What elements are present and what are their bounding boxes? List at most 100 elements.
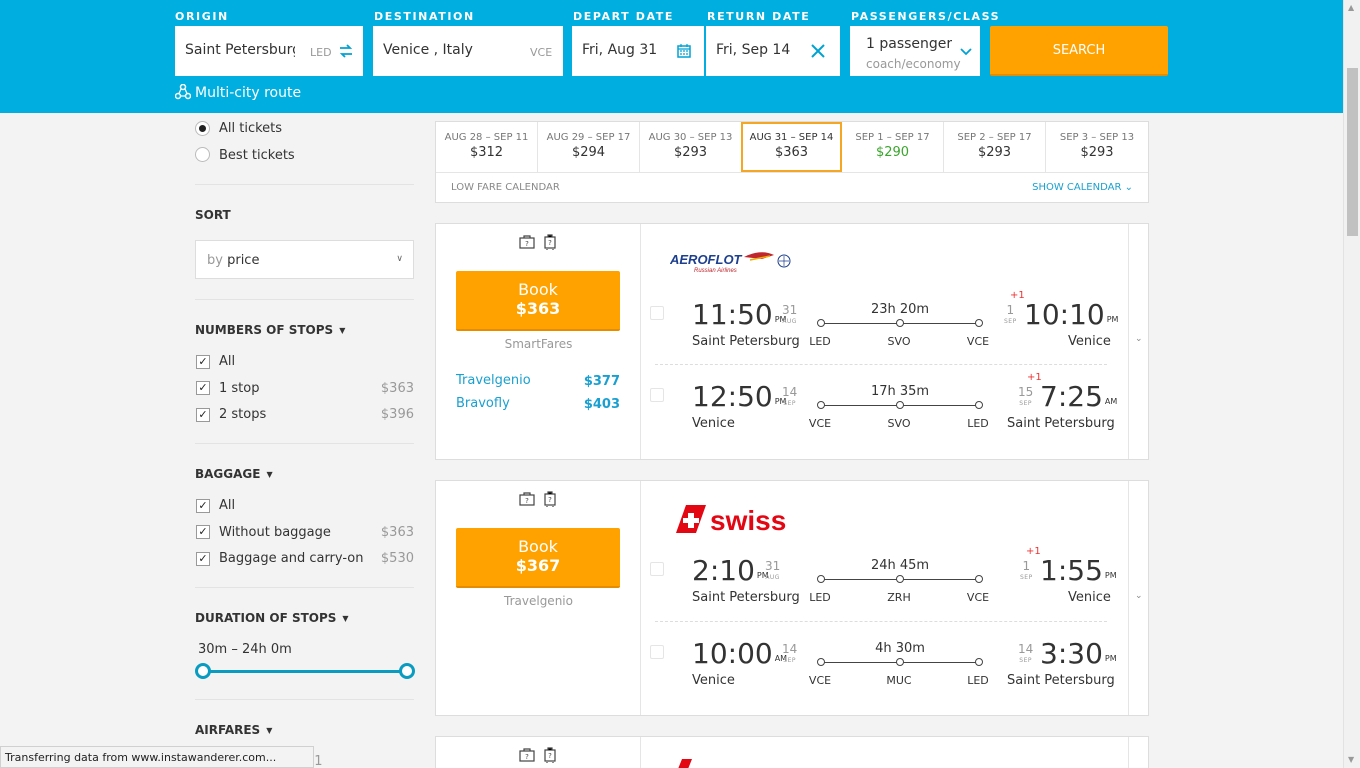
stop-dot <box>896 575 904 583</box>
expand-ticket-toggle[interactable]: ⌄ <box>1128 481 1148 715</box>
calendar-cell[interactable]: AUG 30 – SEP 13 $293 <box>640 122 742 172</box>
segment-checkbox[interactable] <box>650 388 664 402</box>
airport-code: LED <box>967 417 989 430</box>
alt-agency-price[interactable]: $377 <box>584 374 620 389</box>
segment-checkbox[interactable] <box>650 562 664 576</box>
segment-checkbox[interactable] <box>650 645 664 659</box>
aeroflot-logo: AEROFLOT Russian Airlines <box>670 252 791 274</box>
sort-select[interactable]: by price ∨ <box>195 240 414 279</box>
duration-slider-track[interactable] <box>203 670 407 673</box>
calendar-footer: LOW FARE CALENDAR SHOW CALENDAR ⌄ <box>436 172 1148 202</box>
best-tickets-label: Best tickets <box>219 148 295 163</box>
alt-agency-link[interactable]: Bravofly <box>456 396 510 411</box>
arrival-date: 1 SEP <box>1004 303 1017 325</box>
calendar-cell[interactable]: SEP 3 – SEP 13 $293 <box>1046 122 1148 172</box>
svg-text:?: ? <box>525 753 529 761</box>
origin-field[interactable]: Saint Petersburg LED <box>175 26 363 76</box>
svg-text:AEROFLOT: AEROFLOT <box>670 252 743 267</box>
best-tickets-radio[interactable] <box>195 147 210 162</box>
flight-duration: 23h 20m <box>870 302 930 317</box>
page-scrollbar[interactable]: ▲ ▼ <box>1343 0 1360 768</box>
stops-2-price: $396 <box>380 407 414 422</box>
scroll-up-icon[interactable]: ▲ <box>1348 3 1354 12</box>
chevron-down-icon <box>960 48 972 56</box>
arrival-time: 3:30 PM <box>1040 637 1117 670</box>
scroll-down-icon[interactable]: ▼ <box>1348 755 1354 764</box>
ticket-booking-panel: ? ? Book $363 SmartFares Travelgenio $37… <box>436 224 641 459</box>
search-button[interactable]: SEARCH <box>990 26 1168 76</box>
class-value: coach/economy <box>866 57 961 71</box>
multi-city-label: Multi-city route <box>195 85 302 101</box>
svg-text:?: ? <box>548 496 552 504</box>
calendar-cell[interactable]: SEP 2 – SEP 17 $293 <box>944 122 1046 172</box>
airfares-filter-title[interactable]: AIRFARES ▼ <box>195 723 272 737</box>
destination-field[interactable]: Venice , Italy VCE <box>373 26 563 76</box>
depart-date-field[interactable]: Fri, Aug 31 <box>572 26 704 76</box>
baggage-all-label: All <box>219 498 236 513</box>
svg-text:?: ? <box>525 497 529 505</box>
baggage-all-checkbox[interactable]: ✓ <box>196 499 210 513</box>
book-button[interactable]: Book $363 <box>456 271 620 331</box>
segment-divider <box>655 364 1107 365</box>
departure-city: Saint Petersburg <box>692 334 800 349</box>
stop-dot <box>896 401 904 409</box>
stops-1-price: $363 <box>380 381 414 396</box>
calendar-cell-cheapest[interactable]: SEP 1 – SEP 17 $290 <box>842 122 944 172</box>
departure-time: 10:00 AM <box>692 637 788 670</box>
origin-value: Saint Petersburg <box>185 42 295 58</box>
calendar-cell[interactable]: AUG 29 – SEP 17 $294 <box>538 122 640 172</box>
carry-on-unknown-icon: ? <box>544 747 556 763</box>
all-tickets-radio[interactable] <box>195 121 210 136</box>
expand-ticket-toggle[interactable] <box>1128 737 1148 768</box>
arrival-date: 14 SEP <box>1018 642 1034 664</box>
show-calendar-link[interactable]: SHOW CALENDAR ⌄ <box>1032 182 1133 193</box>
destination-label: DESTINATION <box>374 10 475 23</box>
svg-text:?: ? <box>548 752 552 760</box>
duration-slider-max-handle[interactable] <box>399 663 415 679</box>
origin-code: LED <box>310 46 332 59</box>
arrival-time: 7:25 AM <box>1040 380 1118 413</box>
swap-icon[interactable] <box>338 43 354 59</box>
multi-city-link[interactable]: Multi-city route <box>175 84 301 101</box>
calendar-icon[interactable] <box>677 44 691 58</box>
airport-code: SVO <box>887 335 911 348</box>
stop-dot <box>975 658 983 666</box>
svg-text:?: ? <box>525 240 529 248</box>
without-baggage-checkbox[interactable]: ✓ <box>196 525 210 539</box>
route-icon <box>175 84 191 100</box>
all-tickets-label: All tickets <box>219 121 283 136</box>
without-baggage-label: Without baggage <box>219 525 331 540</box>
stops-filter-title[interactable]: NUMBERS OF STOPS ▼ <box>195 323 345 337</box>
calendar-cell[interactable]: AUG 28 – SEP 11 $312 <box>436 122 538 172</box>
segment-checkbox[interactable] <box>650 306 664 320</box>
scrollbar-thumb[interactable] <box>1347 68 1358 236</box>
departure-date: 31 AUG <box>765 559 781 581</box>
return-label: RETURN DATE <box>707 10 811 23</box>
stops-1-checkbox[interactable]: ✓ <box>196 381 210 395</box>
baggage-carryon-checkbox[interactable]: ✓ <box>196 552 210 566</box>
alt-agency-price[interactable]: $403 <box>584 397 620 412</box>
passengers-field[interactable]: 1 passenger coach/economy <box>850 26 980 76</box>
return-date-field[interactable]: Fri, Sep 14 <box>706 26 840 76</box>
expand-ticket-toggle[interactable]: ⌄ <box>1128 224 1148 459</box>
calendar-cell-selected[interactable]: AUG 31 – SEP 14 $363 <box>741 122 842 172</box>
divider <box>195 443 414 444</box>
carry-on-unknown-icon: ? <box>544 234 556 250</box>
departure-city: Saint Petersburg <box>692 590 800 605</box>
duration-slider-min-handle[interactable] <box>195 663 211 679</box>
stop-dot <box>975 575 983 583</box>
book-button[interactable]: Book $367 <box>456 528 620 588</box>
baggage-unknown-icon: ? <box>519 492 535 506</box>
caret-down-icon: ▼ <box>266 726 273 735</box>
clear-icon[interactable] <box>810 43 826 59</box>
chevron-down-icon: ⌄ <box>1135 334 1143 344</box>
stops-all-checkbox[interactable]: ✓ <box>196 355 210 369</box>
stop-dot <box>896 658 904 666</box>
duration-filter-title[interactable]: DURATION OF STOPS ▼ <box>195 611 349 625</box>
baggage-filter-title[interactable]: BAGGAGE ▼ <box>195 467 273 481</box>
stops-2-checkbox[interactable]: ✓ <box>196 408 210 422</box>
arrival-city: Saint Petersburg <box>1007 416 1115 431</box>
alt-agency-link[interactable]: Travelgenio <box>456 373 531 388</box>
stop-dot <box>896 319 904 327</box>
svg-text:Russian Airlines: Russian Airlines <box>694 268 737 274</box>
